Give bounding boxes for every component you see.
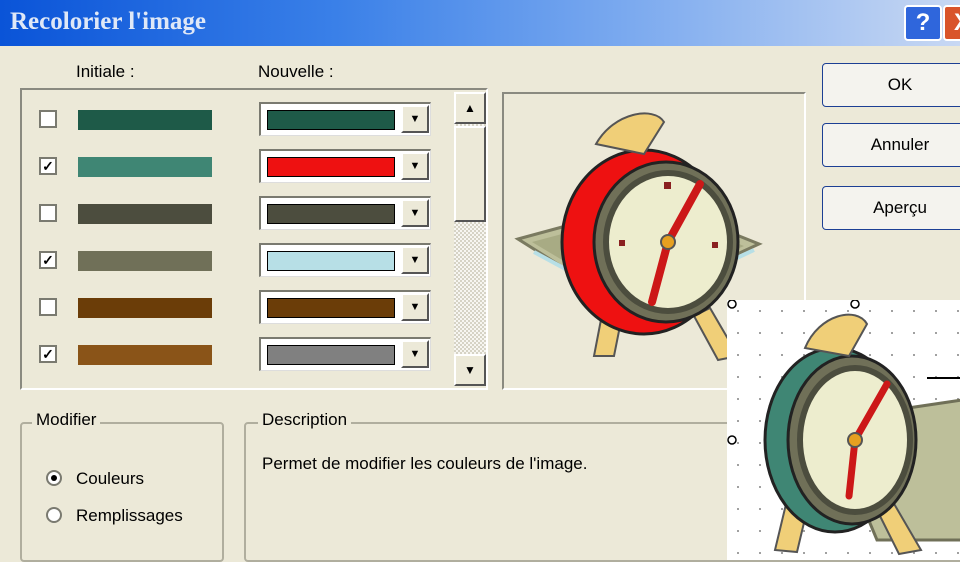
new-color-swatch xyxy=(267,110,395,130)
new-color-swatch xyxy=(267,298,395,318)
new-column-label: Nouvelle : xyxy=(258,62,334,81)
alarm-clock-original-image xyxy=(727,300,960,556)
scroll-up-icon[interactable]: ▲ xyxy=(454,92,486,124)
new-color-dropdown[interactable]: ▼ xyxy=(259,337,431,371)
new-color-swatch xyxy=(267,345,395,365)
new-color-dropdown[interactable]: ▼ xyxy=(259,102,431,136)
close-button[interactable]: X xyxy=(943,5,960,41)
initial-color-swatch xyxy=(78,157,212,177)
preview-button[interactable]: Aperçu xyxy=(822,186,960,230)
new-color-swatch xyxy=(267,251,395,271)
list-scrollbar[interactable]: ▲ ▼ xyxy=(454,92,486,386)
titlebar: Recolorier l'image ? X xyxy=(0,0,960,46)
dropdown-arrow-icon[interactable]: ▼ xyxy=(401,105,429,133)
dropdown-arrow-icon[interactable]: ▼ xyxy=(401,293,429,321)
color-row: ▼ xyxy=(22,98,452,138)
initial-color-swatch xyxy=(78,251,212,271)
row-checkbox[interactable]: ✓ xyxy=(39,251,57,269)
initial-color-swatch xyxy=(78,204,212,224)
help-button[interactable]: ? xyxy=(904,5,942,41)
ok-button[interactable]: OK xyxy=(822,63,960,107)
window-title: Recolorier l'image xyxy=(10,8,206,35)
color-row: ▼ xyxy=(22,192,452,232)
color-row: ✓ ▼ xyxy=(22,239,452,279)
color-row: ▼ xyxy=(22,286,452,326)
dropdown-arrow-icon[interactable]: ▼ xyxy=(401,199,429,227)
colors-radio[interactable] xyxy=(46,470,62,486)
colors-radio-label: Couleurs xyxy=(76,469,145,488)
new-color-swatch xyxy=(267,204,395,224)
new-color-swatch xyxy=(267,157,395,177)
initial-color-swatch xyxy=(78,345,212,365)
new-color-dropdown[interactable]: ▼ xyxy=(259,243,431,277)
modify-group xyxy=(20,422,224,562)
row-checkbox[interactable]: ✓ xyxy=(39,345,57,363)
fills-radio-label: Remplissages xyxy=(76,506,183,525)
row-checkbox[interactable]: ✓ xyxy=(39,157,57,175)
color-row: ✓ ▼ xyxy=(22,145,452,185)
scroll-down-icon[interactable]: ▼ xyxy=(454,354,486,386)
new-color-dropdown[interactable]: ▼ xyxy=(259,196,431,230)
fills-radio[interactable] xyxy=(46,507,62,523)
description-text: Permet de modifier les couleurs de l'ima… xyxy=(262,454,588,473)
initial-column-label: Initiale : xyxy=(76,62,135,81)
scroll-thumb[interactable] xyxy=(454,126,486,222)
row-checkbox[interactable] xyxy=(39,110,57,128)
row-checkbox[interactable] xyxy=(39,204,57,222)
modify-group-label: Modifier xyxy=(32,410,101,430)
color-list: ▼ ✓ ▼ ▼ ✓ ▼ ▼ ✓ ▼ ▲ ▼ xyxy=(20,88,488,390)
original-image-overlay xyxy=(727,300,960,560)
dropdown-arrow-icon[interactable]: ▼ xyxy=(401,152,429,180)
new-color-dropdown[interactable]: ▼ xyxy=(259,290,431,324)
initial-color-swatch xyxy=(78,110,212,130)
color-row: ✓ ▼ xyxy=(22,333,452,373)
initial-color-swatch xyxy=(78,298,212,318)
dropdown-arrow-icon[interactable]: ▼ xyxy=(401,246,429,274)
row-checkbox[interactable] xyxy=(39,298,57,316)
dropdown-arrow-icon[interactable]: ▼ xyxy=(401,340,429,368)
description-group-label: Description xyxy=(258,410,352,430)
new-color-dropdown[interactable]: ▼ xyxy=(259,149,431,183)
cancel-button[interactable]: Annuler xyxy=(822,123,960,167)
